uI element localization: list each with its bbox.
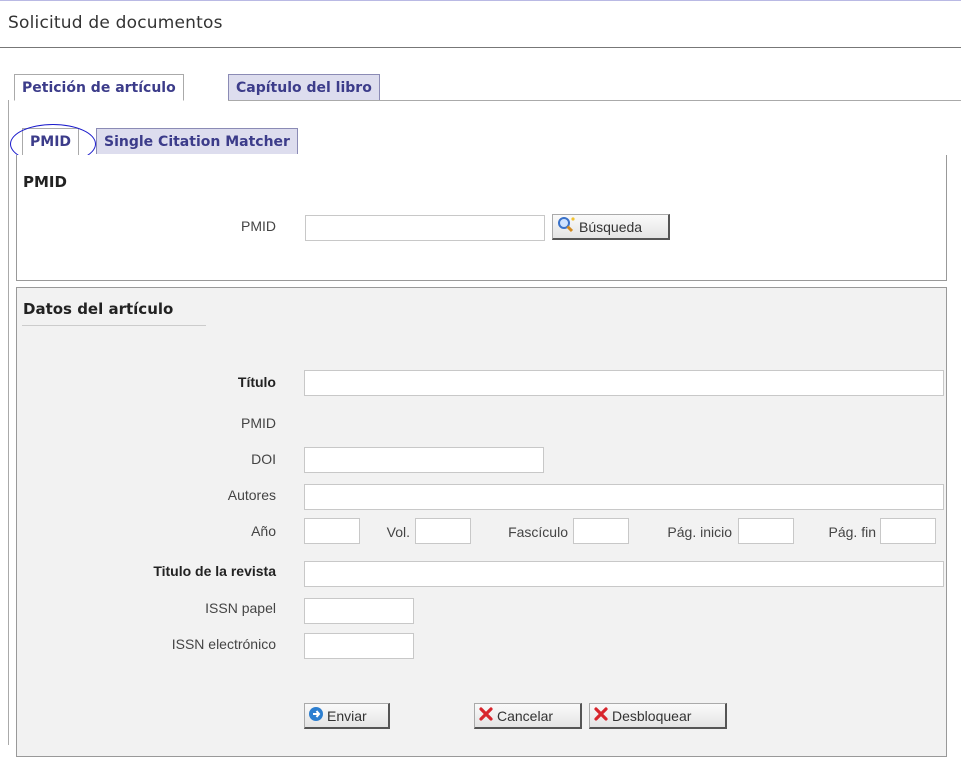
revista-input[interactable] [304, 561, 944, 587]
fasciculo-input[interactable] [573, 518, 629, 544]
top-border [0, 0, 961, 1]
pmid-input[interactable] [305, 215, 545, 241]
article-panel [16, 287, 947, 757]
doi-input[interactable] [304, 447, 544, 473]
arrow-right-circle-icon [308, 706, 324, 725]
busqueda-button[interactable]: Búsqueda [552, 214, 670, 240]
pag-inicio-input[interactable] [738, 518, 794, 544]
titulo-input[interactable] [304, 370, 944, 396]
anio-label: Año [251, 523, 276, 539]
main-panel-left-border [8, 100, 9, 745]
pag-inicio-label: Pág. inicio [667, 524, 732, 540]
article-heading: Datos del artículo [23, 300, 174, 318]
pag-fin-input[interactable] [880, 518, 936, 544]
page-title: Solicitud de documentos [8, 13, 223, 33]
title-divider [0, 47, 961, 48]
article-pmid-label: PMID [241, 415, 276, 431]
enviar-button[interactable]: Enviar [304, 703, 390, 729]
pag-fin-label: Pág. fin [828, 524, 876, 540]
anio-input[interactable] [304, 518, 360, 544]
cancelar-button[interactable]: Cancelar [474, 703, 582, 729]
revista-label: Titulo de la revista [153, 563, 276, 579]
doi-label: DOI [251, 451, 276, 467]
desbloquear-label: Desbloquear [612, 707, 692, 724]
pmid-label: PMID [241, 218, 276, 234]
desbloquear-button[interactable]: Desbloquear [589, 703, 727, 729]
fasciculo-label: Fascículo [508, 524, 568, 540]
vol-label: Vol. [386, 524, 410, 540]
issn-electronico-input[interactable] [304, 633, 414, 659]
issn-electronico-label: ISSN electrónico [171, 636, 276, 652]
pmid-heading: PMID [23, 173, 67, 191]
enviar-label: Enviar [327, 707, 367, 724]
tab-single-citation-matcher[interactable]: Single Citation Matcher [96, 128, 298, 154]
magnifier-icon [556, 216, 576, 237]
autores-input[interactable] [304, 484, 944, 510]
red-x-icon [478, 706, 494, 725]
autores-label: Autores [227, 487, 276, 503]
issn-papel-label: ISSN papel [205, 600, 276, 616]
red-x-icon [593, 706, 609, 725]
main-tabs-divider [228, 100, 961, 101]
tab-capitulo-libro[interactable]: Capítulo del libro [228, 74, 380, 100]
tab-peticion-articulo[interactable]: Petición de artículo [14, 74, 184, 101]
cancelar-label: Cancelar [497, 707, 554, 724]
vol-input[interactable] [415, 518, 471, 544]
issn-papel-input[interactable] [304, 598, 414, 624]
article-heading-rule [22, 325, 206, 326]
titulo-label: Título [237, 374, 276, 390]
busqueda-label: Búsqueda [579, 218, 643, 235]
